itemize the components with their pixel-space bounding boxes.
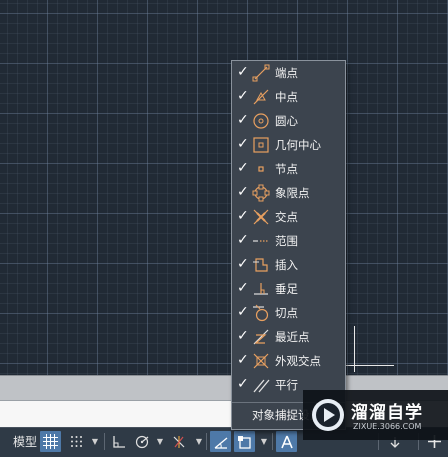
polar-tracking-dropdown[interactable]: ▼	[155, 431, 165, 452]
perpendicular-icon	[254, 283, 268, 295]
polar-tracking-button[interactable]	[132, 431, 153, 452]
isometric-dropdown[interactable]: ▼	[194, 431, 204, 452]
play-logo-icon	[312, 399, 344, 431]
osnap-item-perpendicular[interactable]: ✓ 垂足	[232, 277, 345, 301]
object-snap-tracking-button[interactable]	[210, 431, 231, 452]
object-snap-button[interactable]	[234, 431, 255, 452]
osnap-item-geometric-center[interactable]: ✓ 几何中心	[232, 133, 345, 157]
osnap-item-label: 切点	[275, 306, 298, 320]
osnap-item-label: 平行	[275, 378, 298, 392]
checkmark-icon: ✓	[237, 376, 249, 392]
osnap-item-label: 几何中心	[275, 138, 321, 152]
checkmark-icon: ✓	[237, 328, 249, 344]
osnap-item-extension[interactable]: ✓ 范围	[232, 229, 345, 253]
isometric-icon	[173, 435, 184, 448]
endpoint-icon	[252, 64, 270, 82]
osnap-item-node[interactable]: ✓ 节点	[232, 157, 345, 181]
annotation-scale-icon	[280, 435, 293, 448]
osnap-item-intersection[interactable]: ✓ 交点	[232, 205, 345, 229]
checkmark-icon: ✓	[237, 88, 249, 104]
ortho-icon	[112, 435, 125, 448]
node-icon	[258, 166, 264, 172]
osnap-item-label: 中点	[275, 90, 298, 104]
nearest-icon	[253, 329, 269, 345]
snap-mode-button[interactable]	[66, 431, 87, 452]
crosshair-cursor-horizontal	[346, 365, 394, 366]
ortho-button[interactable]	[108, 431, 129, 452]
checkmark-icon: ✓	[237, 304, 249, 320]
osnap-item-center[interactable]: ✓ 圆心	[232, 109, 345, 133]
osnap-item-label: 节点	[275, 162, 298, 176]
osnap-item-midpoint[interactable]: ✓ 中点	[232, 85, 345, 109]
object-snap-dropdown[interactable]: ▼	[259, 431, 269, 452]
center-icon	[253, 113, 269, 129]
grid-display-icon	[43, 434, 58, 449]
osnap-item-label: 端点	[275, 66, 298, 80]
geometric-center-icon	[253, 137, 269, 153]
osnap-item-label: 插入	[275, 258, 298, 272]
tangent-icon	[253, 304, 269, 322]
drawing-canvas[interactable]	[0, 0, 448, 375]
polar-tracking-icon	[135, 435, 148, 448]
osnap-item-apparent-intersection[interactable]: ✓ 外观交点	[232, 349, 345, 373]
status-separator	[272, 433, 273, 450]
checkmark-icon: ✓	[237, 64, 249, 80]
object-snap-tracking-icon	[214, 437, 227, 449]
intersection-icon	[253, 209, 269, 225]
osnap-item-endpoint[interactable]: ✓ 端点	[232, 61, 345, 85]
checkmark-icon: ✓	[237, 136, 249, 152]
insertion-icon	[253, 258, 268, 272]
model-space-button[interactable]: 模型	[12, 431, 38, 452]
extension-icon	[253, 240, 269, 242]
osnap-item-label: 外观交点	[275, 354, 321, 368]
osnap-item-tangent[interactable]: ✓ 切点	[232, 301, 345, 325]
parallel-icon	[253, 379, 270, 393]
object-snap-menu: ✓ 端点 ✓ 中点 ✓ 圆心 ✓ 几何中心 ✓ 节点 ✓ 象限点 ✓ 交点 ✓ …	[231, 60, 346, 430]
grid-display-button[interactable]	[40, 431, 61, 452]
quadrant-icon	[252, 184, 270, 202]
checkmark-icon: ✓	[237, 112, 249, 128]
osnap-item-nearest[interactable]: ✓ 最近点	[232, 325, 345, 349]
annotation-scale-button[interactable]	[276, 431, 297, 452]
checkmark-icon: ✓	[237, 280, 249, 296]
midpoint-icon	[253, 89, 269, 105]
checkmark-icon: ✓	[237, 232, 249, 248]
status-separator	[206, 433, 207, 450]
checkmark-icon: ✓	[237, 208, 249, 224]
osnap-item-label: 范围	[275, 234, 298, 248]
status-separator	[104, 433, 105, 450]
checkmark-icon: ✓	[237, 352, 249, 368]
isometric-drafting-button[interactable]	[168, 431, 189, 452]
osnap-item-quadrant[interactable]: ✓ 象限点	[232, 181, 345, 205]
osnap-item-label: 最近点	[275, 330, 310, 344]
checkmark-icon: ✓	[237, 184, 249, 200]
snap-mode-icon	[71, 436, 82, 447]
watermark-title: 溜溜自学	[351, 403, 423, 423]
watermark-url: ZIXUE.3066.COM	[353, 422, 422, 431]
object-snap-icon	[237, 435, 251, 449]
watermark-badge: 溜溜自学 ZIXUE.3066.COM	[303, 390, 448, 440]
snap-mode-dropdown[interactable]: ▼	[90, 431, 100, 452]
checkmark-icon: ✓	[237, 160, 249, 176]
osnap-item-label: 圆心	[275, 114, 298, 128]
osnap-item-insertion[interactable]: ✓ 插入	[232, 253, 345, 277]
apparent-intersection-icon	[253, 353, 269, 369]
osnap-item-label: 象限点	[275, 186, 310, 200]
osnap-item-label: 交点	[275, 210, 298, 224]
osnap-item-label: 垂足	[275, 282, 298, 296]
checkmark-icon: ✓	[237, 256, 249, 272]
